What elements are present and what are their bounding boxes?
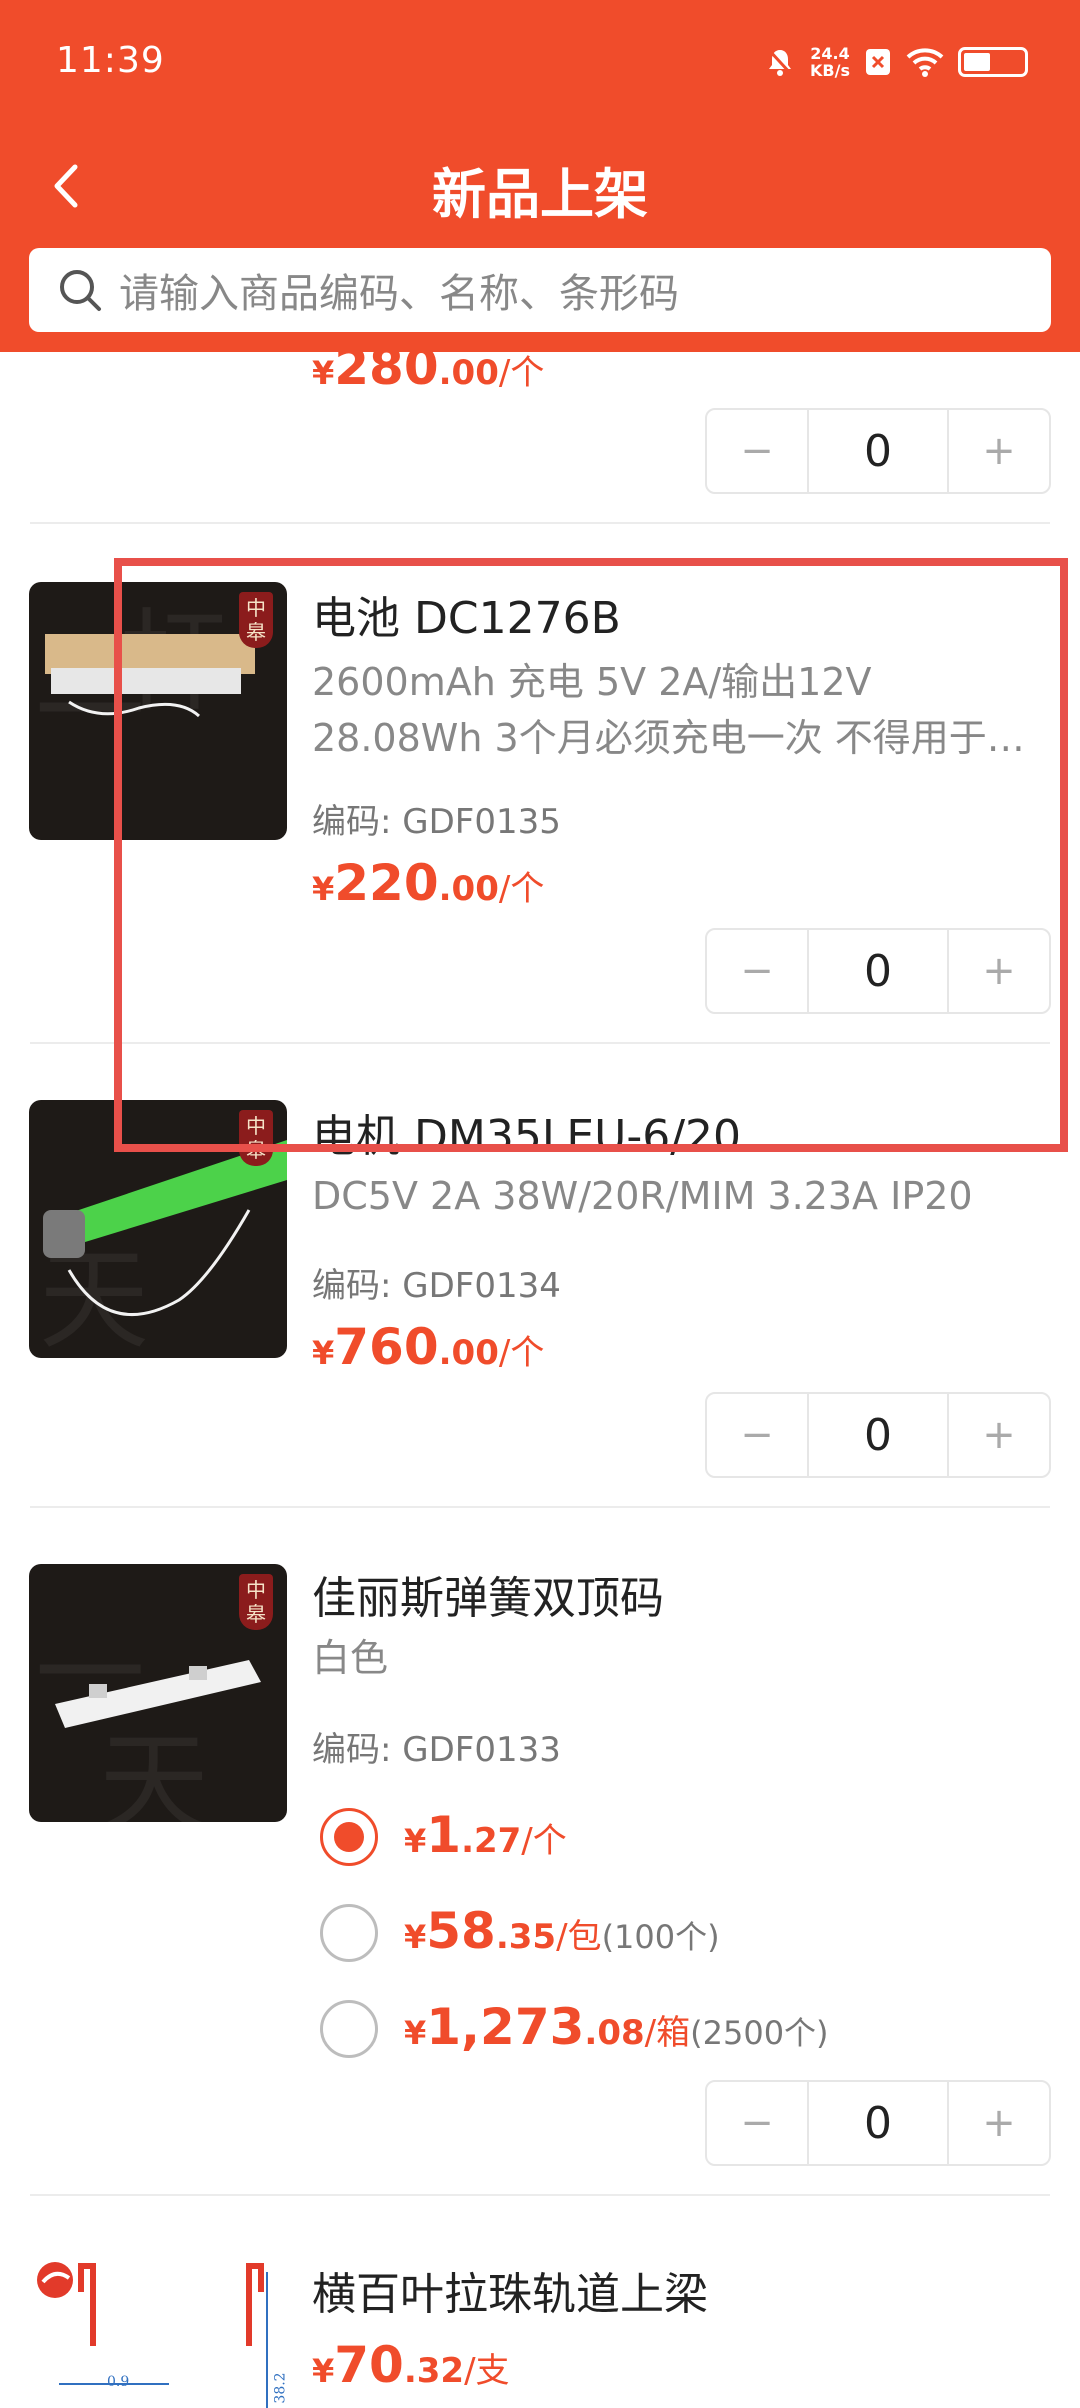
quantity-stepper: − 0 +	[705, 1392, 1051, 1478]
product-price: ¥280.00/个	[312, 352, 545, 396]
quantity-stepper: − 0 +	[705, 408, 1051, 494]
increase-button[interactable]: +	[949, 2082, 1049, 2164]
increase-button[interactable]: +	[949, 1394, 1049, 1476]
product-code: 编码: GDF0133	[312, 1730, 561, 1770]
product-image[interactable]: 0.9 38.2	[29, 2252, 287, 2408]
quantity-input[interactable]: 0	[807, 2082, 949, 2164]
quantity-input[interactable]: 0	[807, 410, 949, 492]
product-price: ¥760.00/个	[312, 1318, 545, 1376]
increase-button[interactable]: +	[949, 410, 1049, 492]
wifi-icon	[906, 47, 944, 77]
product-name: 横百叶拉珠轨道上梁	[312, 2269, 708, 2320]
product-price: ¥70.32/支	[312, 2336, 510, 2394]
header: 11:39 24.4 KB/s 新品上架 请输入商品编码、名称、条形码	[0, 0, 1080, 352]
quantity-input[interactable]: 0	[807, 1394, 949, 1476]
net-speed-value: 24.4	[810, 44, 850, 63]
page-title: 新品上架	[432, 163, 648, 226]
nav-bar: 新品上架	[0, 120, 1080, 250]
divider	[30, 2194, 1050, 2196]
price-option[interactable]: ¥58.35/包(100个)	[404, 1902, 720, 1960]
search-input[interactable]: 请输入商品编码、名称、条形码	[29, 248, 1051, 332]
product-code: 编码: GDF0134	[312, 1266, 561, 1306]
status-bar: 11:39 24.4 KB/s	[0, 0, 1080, 120]
quantity-stepper: − 0 +	[705, 2080, 1051, 2166]
price-option[interactable]: ¥1.27/个	[404, 1806, 567, 1864]
no-sim-icon	[864, 47, 892, 77]
brand-seal-icon: 中皋	[239, 1574, 273, 1630]
divider	[30, 522, 1050, 524]
net-speed-unit: KB/s	[810, 61, 850, 80]
price-option-radio[interactable]	[320, 1904, 378, 1962]
mute-bell-icon	[764, 46, 796, 78]
price-option-radio[interactable]	[320, 1808, 378, 1866]
decrease-button[interactable]: −	[707, 410, 807, 492]
product-description: 白色	[312, 1636, 389, 1680]
divider	[30, 1506, 1050, 1508]
drawing-dimension: 38.2	[272, 2372, 287, 2404]
decrease-button[interactable]: −	[707, 2082, 807, 2164]
price-option-radio[interactable]	[320, 2000, 378, 2058]
drawing-dimension: 0.9	[107, 2374, 130, 2390]
search-placeholder: 请输入商品编码、名称、条形码	[119, 271, 679, 317]
price-option[interactable]: ¥1,273.08/箱(2500个)	[404, 1998, 829, 2056]
decrease-button[interactable]: −	[707, 1394, 807, 1476]
product-image[interactable]: 一 天 中皋	[29, 1564, 287, 1822]
product-description: DC5V 2A 38W/20R/MIM 3.23A IP20	[312, 1174, 973, 1218]
search-icon	[60, 270, 101, 311]
product-name: 佳丽斯弹簧双顶码	[312, 1573, 664, 1624]
battery-icon	[958, 47, 1028, 77]
status-time: 11:39	[56, 40, 165, 81]
highlight-box	[114, 558, 1068, 1152]
net-speed: 24.4 KB/s	[810, 45, 850, 79]
status-icons: 24.4 KB/s	[764, 38, 1028, 86]
